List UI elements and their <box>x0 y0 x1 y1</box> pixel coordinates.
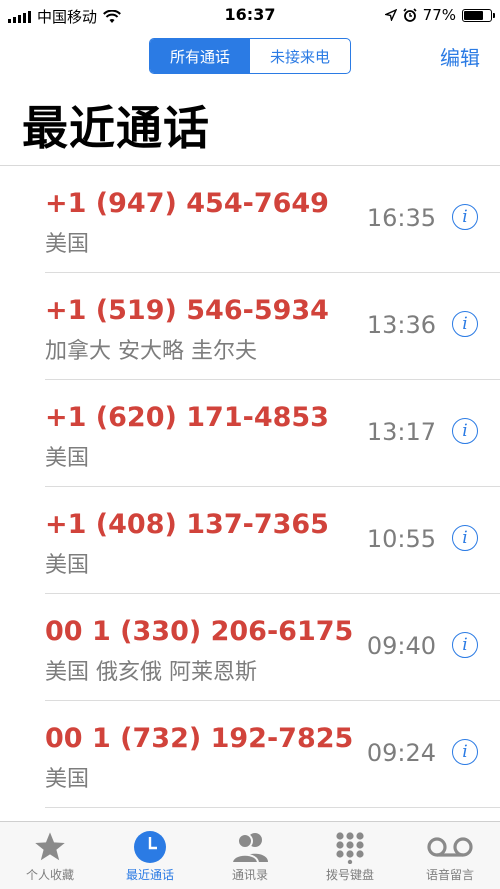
call-location: 美国 <box>45 553 90 578</box>
tab-contacts[interactable]: 通讯录 <box>200 822 300 889</box>
battery-percent: 77% <box>422 6 456 24</box>
star-icon <box>33 830 67 864</box>
status-bar: 中国移动 16:37 77% <box>0 0 500 30</box>
battery-fill <box>464 10 484 20</box>
clock-icon <box>133 830 167 864</box>
tab-voicemail[interactable]: 语音留言 <box>400 822 500 889</box>
call-number: 00 1 (330) 206-6175 <box>45 616 354 647</box>
tab-label: 拨号键盘 <box>325 868 374 882</box>
info-icon[interactable]: i <box>452 525 478 551</box>
call-row[interactable]: +1 (519) 546-5934 加拿大 安大略 圭尔夫 13:36 i <box>0 273 500 380</box>
call-row[interactable]: +1 (408) 137-7365 美国 10:55 i <box>0 487 500 594</box>
call-row[interactable]: 00 1 (330) 206-6175 美国 俄亥俄 阿莱恩斯 09:40 i <box>0 594 500 701</box>
call-row[interactable]: 00 1 (732) 192-7825 美国 09:24 i <box>0 701 500 808</box>
tab-keypad[interactable]: 拨号键盘 <box>300 822 400 889</box>
call-time: 16:35 <box>366 204 436 232</box>
call-location: 美国 <box>45 446 90 471</box>
call-number: +1 (519) 546-5934 <box>45 295 329 326</box>
call-row[interactable]: +1 (620) 171-4853 美国 13:17 i <box>0 380 500 487</box>
contacts-icon <box>228 830 272 864</box>
segment-all-calls[interactable]: 所有通话 <box>150 39 250 73</box>
info-icon[interactable]: i <box>452 632 478 658</box>
battery-icon <box>462 8 495 22</box>
info-icon[interactable]: i <box>452 418 478 444</box>
call-time: 13:17 <box>366 418 436 446</box>
tab-label: 最近通话 <box>125 868 174 882</box>
alarm-icon <box>403 8 417 22</box>
edit-button[interactable]: 编辑 <box>440 42 480 71</box>
call-location: 美国 俄亥俄 阿莱恩斯 <box>45 660 257 685</box>
tab-bar: 个人收藏 最近通话 通讯录 拨号键盘 语音留言 <box>0 821 500 889</box>
keypad-icon <box>333 830 367 864</box>
call-number: 00 1 (732) 192-7825 <box>45 723 354 754</box>
call-time: 09:40 <box>366 632 436 660</box>
call-location: 美国 <box>45 767 90 792</box>
tab-label: 语音留言 <box>425 868 474 882</box>
call-number: +1 (947) 454-7649 <box>45 188 329 219</box>
tab-recents[interactable]: 最近通话 <box>100 822 200 889</box>
call-time: 09:24 <box>366 739 436 767</box>
voicemail-icon <box>426 830 474 864</box>
location-icon <box>384 9 397 21</box>
tab-favorites[interactable]: 个人收藏 <box>0 822 100 889</box>
segment-missed-calls[interactable]: 未接来电 <box>250 39 350 73</box>
status-right: 77% <box>384 6 495 24</box>
call-location: 加拿大 安大略 圭尔夫 <box>45 339 257 364</box>
call-number: +1 (408) 137-7365 <box>45 509 329 540</box>
info-icon[interactable]: i <box>452 204 478 230</box>
call-number: +1 (620) 171-4853 <box>45 402 329 433</box>
recent-calls-list: +1 (947) 454-7649 美国 16:35 i +1 (519) 54… <box>0 165 500 808</box>
tab-label: 个人收藏 <box>25 868 74 882</box>
page-title: 最近通话 <box>22 101 210 155</box>
call-time: 10:55 <box>366 525 436 553</box>
info-icon[interactable]: i <box>452 311 478 337</box>
call-time: 13:36 <box>366 311 436 339</box>
info-icon[interactable]: i <box>452 739 478 765</box>
call-row[interactable]: +1 (947) 454-7649 美国 16:35 i <box>0 166 500 273</box>
tab-label: 通讯录 <box>231 868 268 882</box>
call-location: 美国 <box>45 232 90 257</box>
call-filter-segmented-control: 所有通话 未接来电 <box>149 38 351 74</box>
